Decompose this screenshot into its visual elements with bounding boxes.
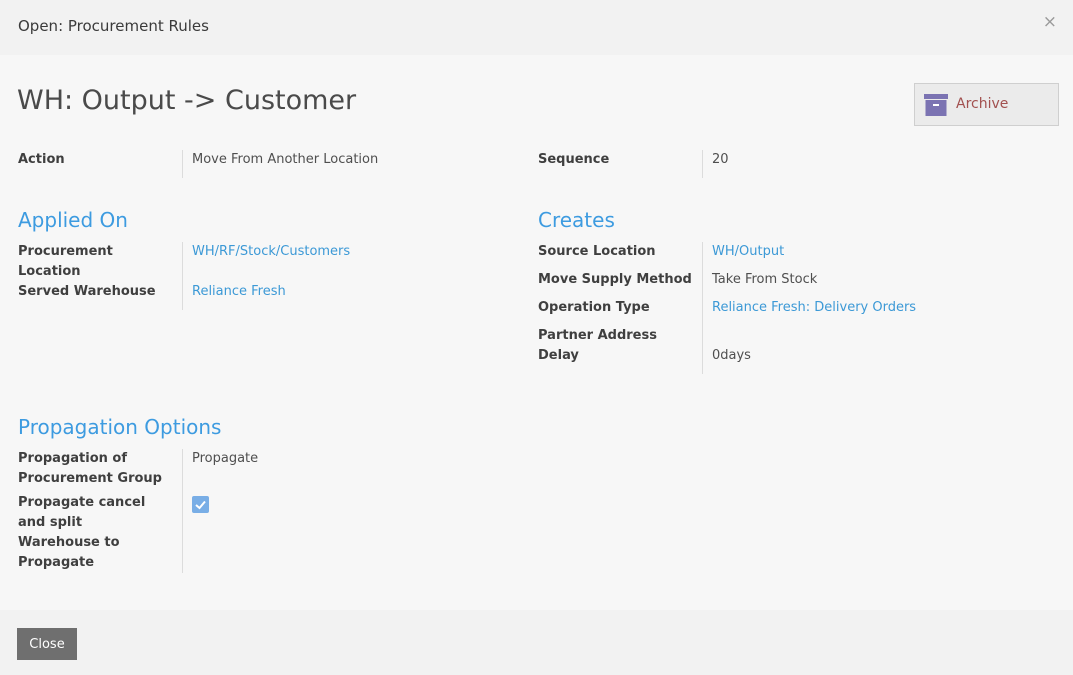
propagate-cancel-split-label-line1: Propagate cancel: [18, 495, 146, 510]
warehouse-to-propagate-label-line1: Warehouse to: [18, 535, 120, 550]
dialog-header: Open: Procurement Rules ×: [0, 0, 1073, 55]
archive-box-icon: [924, 94, 948, 116]
field-divider: [702, 242, 703, 374]
propagate-cancel-split-checkbox[interactable]: [192, 496, 209, 513]
record-title: WH: Output -> Customer: [17, 85, 357, 116]
propagate-cancel-split-label: Propagate cancel and split: [18, 493, 145, 533]
warehouse-to-propagate-label: Warehouse to Propagate: [18, 533, 120, 573]
field-divider: [182, 449, 183, 573]
archive-button[interactable]: Archive: [914, 83, 1059, 126]
propagate-cancel-split-label-line2: and split: [18, 515, 83, 530]
propagation-group-label-line1: Propagation of: [18, 451, 127, 466]
propagation-group-value[interactable]: Propagate: [192, 449, 258, 469]
propagation-options-heading: Propagation Options: [18, 415, 222, 439]
procurement-rule-dialog: Open: Procurement Rules × WH: Output -> …: [0, 0, 1073, 675]
source-location-link[interactable]: WH/Output: [712, 242, 784, 262]
archive-label: Archive: [956, 96, 1009, 112]
creates-heading: Creates: [538, 208, 615, 232]
applied-on-heading: Applied On: [18, 208, 128, 232]
operation-type-link[interactable]: Reliance Fresh: Delivery Orders: [712, 298, 916, 318]
checkmark-icon: [195, 500, 206, 510]
close-button[interactable]: Close: [17, 628, 77, 660]
action-label: Action: [18, 152, 65, 167]
procurement-location-label-line2: Location: [18, 264, 81, 279]
operation-type-label: Operation Type: [538, 300, 650, 315]
dialog-footer: Close: [0, 610, 1073, 675]
served-warehouse-label: Served Warehouse: [18, 284, 156, 299]
procurement-location-label-line1: Procurement: [18, 244, 113, 259]
propagation-group-label-line2: Procurement Group: [18, 471, 162, 486]
sequence-value[interactable]: 20: [712, 150, 729, 170]
propagation-group-label: Propagation of Procurement Group: [18, 449, 162, 489]
dialog-body: WH: Output -> Customer Archive Action Mo…: [0, 55, 1073, 610]
procurement-location-link[interactable]: WH/RF/Stock/Customers: [192, 242, 350, 262]
delay-label: Delay: [538, 348, 579, 363]
close-icon[interactable]: ×: [1043, 14, 1057, 31]
delay-value[interactable]: 0days: [712, 346, 751, 366]
partner-address-label: Partner Address: [538, 328, 657, 343]
move-supply-method-value[interactable]: Take From Stock: [712, 270, 817, 290]
field-divider: [702, 150, 703, 178]
procurement-location-label: Procurement Location: [18, 242, 113, 282]
field-divider: [182, 150, 183, 178]
dialog-title: Open: Procurement Rules: [18, 17, 209, 35]
move-supply-method-label: Move Supply Method: [538, 272, 692, 287]
served-warehouse-link[interactable]: Reliance Fresh: [192, 282, 286, 302]
warehouse-to-propagate-label-line2: Propagate: [18, 555, 95, 570]
sequence-label: Sequence: [538, 152, 610, 167]
action-value[interactable]: Move From Another Location: [192, 150, 378, 170]
source-location-label: Source Location: [538, 244, 656, 259]
field-divider: [182, 242, 183, 310]
